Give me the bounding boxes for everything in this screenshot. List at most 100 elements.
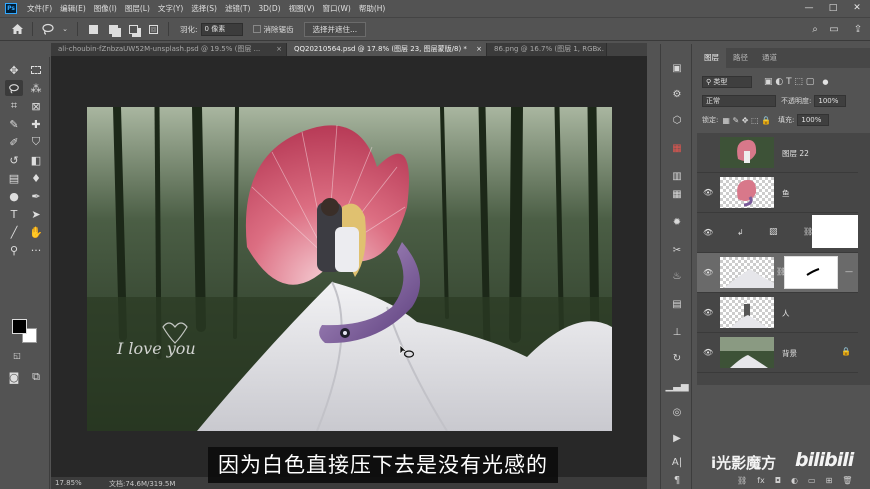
- filter-icons[interactable]: ▣ ◐ T ⬚ ▢: [764, 77, 814, 87]
- document-canvas[interactable]: I love you: [87, 107, 612, 431]
- eye-icon[interactable]: 👁: [703, 308, 713, 317]
- add-mask-icon[interactable]: ◘: [775, 476, 781, 485]
- select-and-mask-button[interactable]: 选择并遮住...: [303, 21, 367, 37]
- brush-tool-icon[interactable]: ✐: [5, 134, 23, 150]
- frame-tool-icon[interactable]: ⊠: [27, 98, 45, 114]
- 3d-cube-icon[interactable]: ⬡: [668, 112, 686, 128]
- brush-settings-icon[interactable]: ♨: [668, 268, 686, 284]
- new-layer-icon[interactable]: ⊞: [826, 476, 833, 485]
- chevron-down-icon[interactable]: ⌄: [61, 22, 69, 36]
- dodge-tool-icon[interactable]: ●: [5, 188, 23, 204]
- lasso-tool-icon[interactable]: [41, 22, 55, 36]
- layer-row[interactable]: 👁 背景 🔒: [697, 333, 858, 373]
- eyedropper-icon[interactable]: ✎: [5, 116, 23, 132]
- close-window-button[interactable]: ✕: [846, 0, 868, 16]
- subtract-selection-icon[interactable]: [126, 22, 140, 36]
- history-icon[interactable]: ▣: [668, 60, 686, 76]
- feather-input[interactable]: 0 像素: [200, 22, 243, 36]
- menu-3d[interactable]: 3D(D): [254, 4, 284, 13]
- menu-filter[interactable]: 滤镜(T): [221, 3, 254, 14]
- patterns-icon[interactable]: ▦: [668, 186, 686, 202]
- menu-layer[interactable]: 图层(L): [121, 3, 154, 14]
- new-adjustment-icon[interactable]: ◐: [791, 476, 798, 485]
- menu-type[interactable]: 文字(Y): [154, 3, 187, 14]
- layer-row[interactable]: 👁 ↲ ▨ ⛓: [697, 213, 858, 253]
- swatches-icon[interactable]: ▦: [668, 140, 686, 156]
- minimize-button[interactable]: —: [798, 0, 820, 16]
- stamp-icon[interactable]: ⊥: [668, 324, 686, 340]
- share-icon[interactable]: ⇪: [851, 22, 865, 36]
- adjustments-icon[interactable]: ⚙: [668, 86, 686, 102]
- fill-input[interactable]: 100%: [797, 114, 830, 126]
- sun-icon[interactable]: ✹: [668, 214, 686, 230]
- tab-layers[interactable]: 图层: [697, 48, 726, 68]
- clone-stamp-icon[interactable]: ⛉: [27, 134, 45, 150]
- path-selection-icon[interactable]: ➤: [27, 206, 45, 222]
- screen-mode-icon[interactable]: ⧉: [27, 369, 45, 385]
- delete-layer-icon[interactable]: 🗑: [842, 476, 852, 485]
- antialias-checkbox[interactable]: [252, 25, 261, 33]
- foreground-color-swatch[interactable]: [12, 319, 27, 334]
- document-workspace[interactable]: I love you: [51, 56, 647, 477]
- healing-brush-icon[interactable]: ✚: [27, 116, 45, 132]
- workspace-icon[interactable]: ▭: [827, 22, 841, 36]
- layer-mask-thumbnail[interactable]: [784, 256, 838, 289]
- link-layers-icon[interactable]: ⛓: [737, 476, 747, 485]
- lock-icons[interactable]: ▦ ✎ ✥ ⬚ 🔒: [722, 116, 771, 125]
- layer-row[interactable]: 👁 人: [697, 293, 858, 333]
- menu-window[interactable]: 窗口(W): [319, 3, 355, 14]
- rotate-icon[interactable]: ↻: [668, 350, 686, 366]
- filter-toggle-icon[interactable]: ●: [822, 78, 828, 86]
- search-icon[interactable]: ⌕: [808, 22, 822, 36]
- gradient-panel-icon[interactable]: ▥: [668, 168, 686, 184]
- navigator-icon[interactable]: ◎: [668, 404, 686, 420]
- layer-row[interactable]: 👁 鱼: [697, 173, 858, 213]
- magic-wand-icon[interactable]: ⁂: [27, 80, 45, 96]
- layer-mask-thumbnail[interactable]: [812, 215, 858, 248]
- layer-row[interactable]: 图层 22: [697, 133, 858, 173]
- marquee-tool-icon[interactable]: [27, 62, 45, 78]
- histogram-icon[interactable]: ▁▃▅: [665, 378, 688, 394]
- default-colors-icon[interactable]: ◱: [8, 347, 26, 363]
- gradient-tool-icon[interactable]: ▤: [5, 170, 23, 186]
- blend-mode-select[interactable]: 正常: [702, 95, 776, 107]
- tab-paths[interactable]: 路径: [726, 48, 755, 68]
- eye-icon[interactable]: 👁: [703, 228, 713, 237]
- pen-tool-icon[interactable]: ✒: [27, 188, 45, 204]
- blur-tool-icon[interactable]: ♦: [27, 170, 45, 186]
- line-tool-icon[interactable]: ╱: [5, 224, 23, 240]
- lasso-tool-icon[interactable]: [5, 80, 23, 96]
- intersect-selection-icon[interactable]: [146, 22, 160, 36]
- paragraph-icon[interactable]: ▤: [668, 296, 686, 312]
- menu-help[interactable]: 帮助(H): [355, 3, 390, 14]
- quick-mask-icon[interactable]: ◙: [5, 369, 23, 385]
- more-tools-icon[interactable]: ···: [27, 242, 45, 258]
- close-icon[interactable]: ×: [276, 43, 282, 56]
- crop-tool-icon[interactable]: ⌗: [5, 98, 23, 114]
- layer-filter-select[interactable]: ⚲ 类型: [702, 76, 752, 88]
- close-icon[interactable]: ×: [596, 43, 602, 56]
- eraser-icon[interactable]: ◧: [27, 152, 45, 168]
- add-selection-icon[interactable]: [106, 22, 120, 36]
- home-icon[interactable]: [10, 22, 24, 36]
- new-selection-icon[interactable]: [86, 22, 100, 36]
- play-icon[interactable]: ▶: [668, 430, 686, 446]
- paragraph-mark-icon[interactable]: ¶: [668, 472, 686, 488]
- tab-qq20210564[interactable]: QQ20210564.psd @ 17.8% (图层 23, 图层蒙版/8) *…: [287, 43, 487, 56]
- type-tool-icon[interactable]: T: [5, 206, 23, 222]
- zoom-level[interactable]: 17.85%: [55, 479, 82, 487]
- layer-row-selected[interactable]: 👁 ⛓ —: [697, 253, 858, 293]
- fx-icon[interactable]: fx: [757, 476, 765, 485]
- menu-image[interactable]: 图像(I): [90, 3, 121, 14]
- hand-tool-icon[interactable]: ✋: [27, 224, 45, 240]
- tab-ali-choubin[interactable]: ali-choubin-fZnbzaUW52M-unsplash.psd @ 1…: [51, 43, 287, 56]
- tool-presets-icon[interactable]: ✂: [668, 242, 686, 258]
- move-tool-icon[interactable]: ✥: [5, 62, 23, 78]
- maximize-button[interactable]: □: [822, 0, 844, 16]
- menu-select[interactable]: 选择(S): [187, 3, 221, 14]
- tab-channels[interactable]: 通道: [755, 48, 784, 68]
- close-icon[interactable]: ×: [476, 43, 482, 56]
- eye-icon[interactable]: 👁: [703, 268, 713, 277]
- eye-icon[interactable]: 👁: [703, 188, 713, 197]
- menu-view[interactable]: 视图(V): [285, 3, 319, 14]
